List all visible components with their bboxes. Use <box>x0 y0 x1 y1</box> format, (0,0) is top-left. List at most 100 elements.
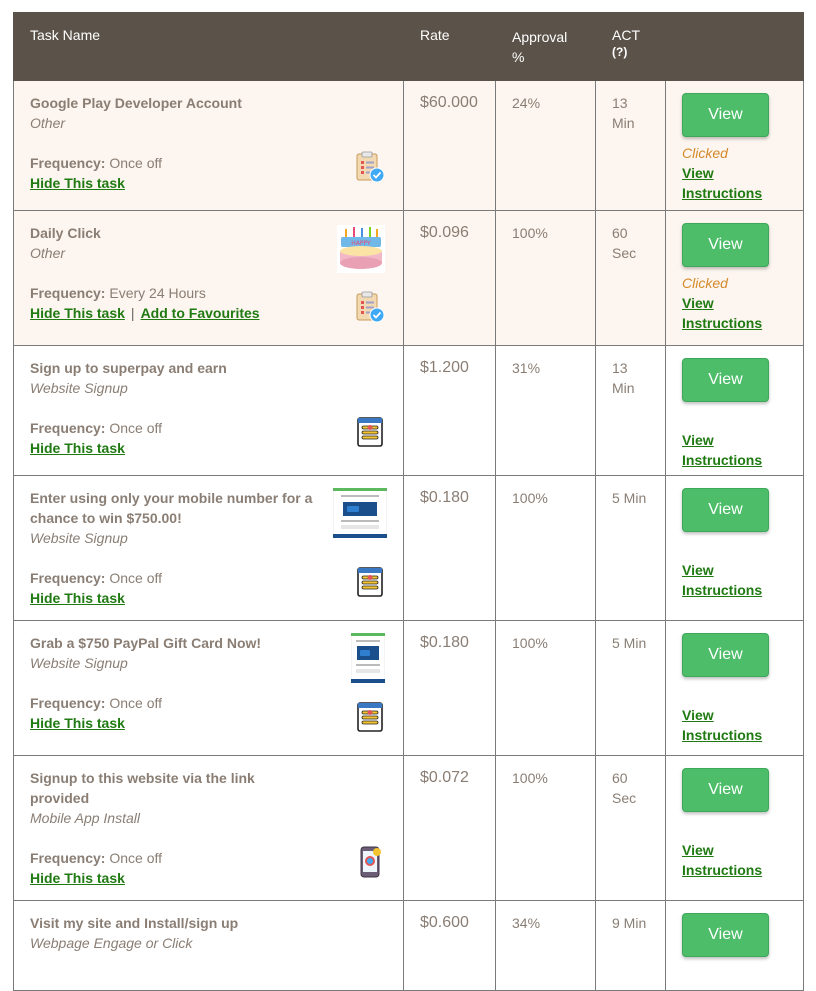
task-title[interactable]: Sign up to superpay and earn <box>30 358 330 378</box>
header-act[interactable]: ACT (?) <box>595 12 666 81</box>
view-cell: View View Instructions <box>665 620 804 756</box>
task-category: Mobile App Install <box>30 810 140 826</box>
clipboard-check-icon <box>356 151 385 183</box>
approval-cell: 100% <box>495 620 596 756</box>
task-name-cell: Sign up to superpay and earn Website Sig… <box>13 345 404 476</box>
task-title[interactable]: Signup to this website via the link prov… <box>30 768 290 808</box>
task-approval: 100% <box>512 635 548 651</box>
promo-thumbnail-image <box>333 488 387 538</box>
hide-task-link[interactable]: Hide This task <box>30 305 125 321</box>
signup-form-icon <box>357 702 383 732</box>
act-cell: 5 Min <box>595 620 666 756</box>
view-button[interactable]: View <box>682 488 769 532</box>
task-act-value: 13 <box>612 95 628 111</box>
task-title[interactable]: Daily Click <box>30 223 330 243</box>
task-title[interactable]: Grab a $750 PayPal Gift Card Now! <box>30 633 330 653</box>
view-cell: View View Instructions <box>665 345 804 476</box>
view-instructions-link[interactable]: View Instructions <box>682 560 787 600</box>
header-rate[interactable]: Rate <box>403 12 496 81</box>
add-to-favourites-link[interactable]: Add to Favourites <box>141 305 260 321</box>
task-category: Other <box>30 115 66 131</box>
view-cell: View <box>665 900 804 991</box>
approval-cell: 100% <box>495 475 596 621</box>
approval-cell: 31% <box>495 345 596 476</box>
view-button[interactable]: View <box>682 913 769 957</box>
clipboard-check-icon <box>356 291 385 323</box>
task-rate: $0.180 <box>420 634 469 651</box>
hide-task-link[interactable]: Hide This task <box>30 870 125 886</box>
task-rate: $0.072 <box>420 769 469 786</box>
clicked-status: Clicked <box>682 145 728 161</box>
task-act-value: 5 Min <box>612 490 647 506</box>
view-cell: View View Instructions <box>665 755 804 901</box>
frequency-value: Once off <box>109 850 163 866</box>
table-row: Google Play Developer Account Other Freq… <box>13 80 804 211</box>
task-frequency: Frequency: Once off <box>30 848 387 868</box>
table-row: Grab a $750 PayPal Gift Card Now! Websit… <box>13 620 804 756</box>
task-frequency: Frequency: Every 24 Hours <box>30 283 387 303</box>
table-row: Sign up to superpay and earn Website Sig… <box>13 345 804 476</box>
task-category: Webpage Engage or Click <box>30 935 193 951</box>
task-act-value: 13 <box>612 360 628 376</box>
task-category: Website Signup <box>30 380 128 396</box>
task-approval: 100% <box>512 225 548 241</box>
header-approval[interactable]: Approval % <box>495 12 596 81</box>
task-name-cell: Signup to this website via the link prov… <box>13 755 404 901</box>
table-row: Signup to this website via the link prov… <box>13 755 804 901</box>
view-cell: View View Instructions <box>665 475 804 621</box>
rate-cell: $0.180 <box>403 475 496 621</box>
header-task-name[interactable]: Task Name <box>13 12 404 81</box>
task-category: Other <box>30 245 66 261</box>
task-act-unit: Sec <box>612 790 637 806</box>
view-button[interactable]: View <box>682 768 769 812</box>
rate-cell: $60.000 <box>403 80 496 211</box>
task-title[interactable]: Enter using only your mobile number for … <box>30 488 330 528</box>
view-button[interactable]: View <box>682 93 769 137</box>
hide-task-link[interactable]: Hide This task <box>30 440 125 456</box>
header-act-label: ACT <box>612 27 640 43</box>
task-frequency: Frequency: Once off <box>30 418 387 438</box>
hide-task-link[interactable]: Hide This task <box>30 590 125 606</box>
task-links: Hide This task <box>30 438 387 458</box>
task-links: Hide This task <box>30 588 387 608</box>
task-name-cell: Enter using only your mobile number for … <box>13 475 404 621</box>
hide-task-link[interactable]: Hide This task <box>30 175 125 191</box>
task-act-unit: Min <box>612 380 635 396</box>
task-title[interactable]: Visit my site and Install/sign up <box>30 913 330 933</box>
view-button[interactable]: View <box>682 223 769 267</box>
view-instructions-link[interactable]: View Instructions <box>682 293 787 333</box>
task-frequency: Frequency: Once off <box>30 153 387 173</box>
hide-task-link[interactable]: Hide This task <box>30 715 125 731</box>
task-act-unit: Sec <box>612 245 637 261</box>
task-title[interactable]: Google Play Developer Account <box>30 93 330 113</box>
view-button[interactable]: View <box>682 633 769 677</box>
birthday-cake-image: HAPPY <box>337 225 385 273</box>
view-instructions-link[interactable]: View Instructions <box>682 840 787 880</box>
view-instructions-link[interactable]: View Instructions <box>682 430 787 470</box>
task-frequency: Frequency: Once off <box>30 568 387 588</box>
task-act-unit: Min <box>612 115 635 131</box>
approval-cell: 34% <box>495 900 596 991</box>
task-approval: 24% <box>512 95 541 111</box>
table-row: Enter using only your mobile number for … <box>13 475 804 621</box>
rate-cell: $1.200 <box>403 345 496 476</box>
view-instructions-link[interactable]: View Instructions <box>682 705 787 745</box>
task-name-cell: Daily Click Other Frequency: Every 24 Ho… <box>13 210 404 346</box>
view-button[interactable]: View <box>682 358 769 402</box>
svg-text:HAPPY: HAPPY <box>351 240 371 247</box>
task-links: Hide This task <box>30 868 387 888</box>
frequency-label: Frequency: <box>30 695 106 711</box>
approval-cell: 100% <box>495 755 596 901</box>
task-rate: $1.200 <box>420 359 469 376</box>
task-approval: 31% <box>512 360 541 376</box>
frequency-label: Frequency: <box>30 850 106 866</box>
task-name-cell: Grab a $750 PayPal Gift Card Now! Websit… <box>13 620 404 756</box>
rate-cell: $0.180 <box>403 620 496 756</box>
frequency-label: Frequency: <box>30 285 106 301</box>
act-help-link[interactable]: (?) <box>612 45 649 59</box>
frequency-label: Frequency: <box>30 570 106 586</box>
rate-cell: $0.072 <box>403 755 496 901</box>
act-cell: 60 Sec <box>595 210 666 346</box>
frequency-value: Every 24 Hours <box>109 285 206 301</box>
view-instructions-link[interactable]: View Instructions <box>682 163 787 203</box>
